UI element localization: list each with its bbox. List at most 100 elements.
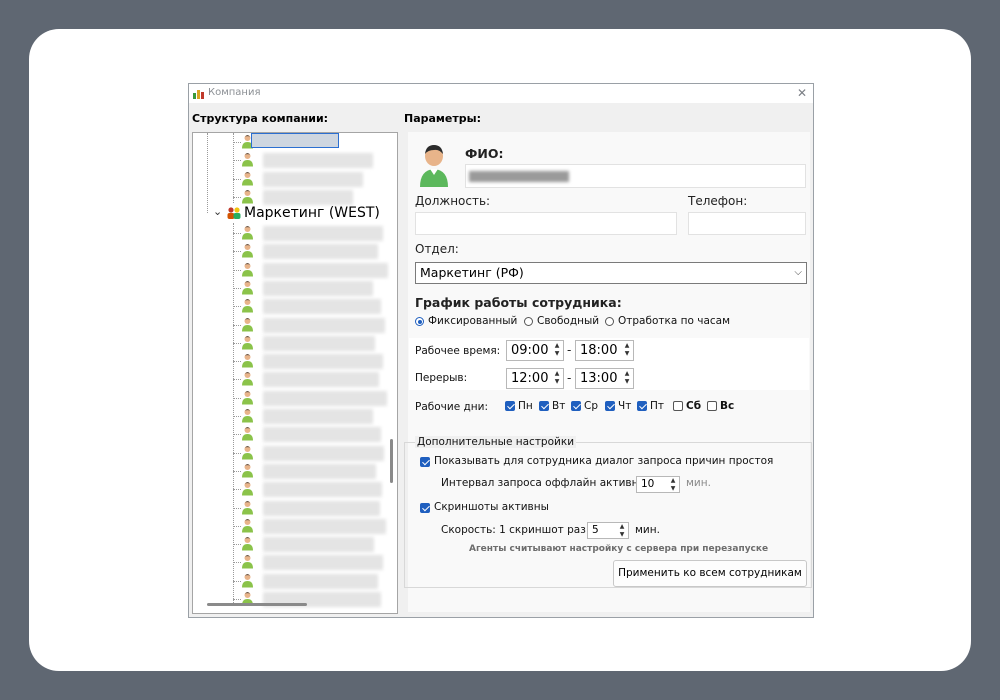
interval-value: 10 xyxy=(641,478,655,490)
tree-node-employee[interactable] xyxy=(233,352,397,370)
interval-spinner[interactable]: 10 ▲ ▼ xyxy=(636,476,680,493)
tree-connector xyxy=(233,397,241,399)
group-icon xyxy=(227,207,241,219)
tree-node-employee[interactable] xyxy=(233,480,397,498)
tree-connector xyxy=(233,251,241,253)
redacted-name xyxy=(263,189,353,205)
tree-node-employee[interactable] xyxy=(233,170,397,188)
tree-node-employee[interactable] xyxy=(233,517,397,535)
tree-node-employee[interactable] xyxy=(233,535,397,553)
schedule-radio-hours[interactable] xyxy=(605,317,614,326)
chevron-down-icon[interactable]: ⌄ xyxy=(213,205,222,218)
spin-arrows-icon[interactable]: ▲ ▼ xyxy=(618,523,626,539)
redacted-name xyxy=(263,226,383,241)
work-end-spinner[interactable]: 18:00 ▲ ▼ xyxy=(575,340,634,361)
tree-node-employee[interactable] xyxy=(233,444,397,462)
tree-connector xyxy=(233,379,241,381)
tree-node-employee[interactable] xyxy=(233,499,397,517)
tree-node-employee[interactable] xyxy=(233,407,397,425)
tree-vertical-scrollbar[interactable] xyxy=(390,439,393,483)
work-start-spinner[interactable]: 09:00 ▲ ▼ xyxy=(506,340,564,361)
department-select[interactable]: Маркетинг (РФ) ⌵ xyxy=(415,262,807,284)
tree-node-employee[interactable] xyxy=(233,242,397,260)
tree-node-employee[interactable] xyxy=(233,188,397,206)
day-checkbox-6[interactable] xyxy=(707,401,717,411)
tree-node-employee[interactable] xyxy=(233,316,397,334)
restart-hint: Агенты считывают настройку с сервера при… xyxy=(469,544,769,554)
tree-node-employee[interactable] xyxy=(233,151,397,169)
company-tree[interactable]: ⌄ Маркетинг (WEST) xyxy=(192,132,398,614)
work-days-label: Рабочие дни: xyxy=(415,401,488,413)
phone-field[interactable] xyxy=(688,212,806,235)
day-checkbox-5[interactable] xyxy=(673,401,683,411)
tree-node-employee[interactable] xyxy=(233,133,397,151)
day-checkbox-1[interactable] xyxy=(539,401,549,411)
position-field[interactable] xyxy=(415,212,677,235)
tree-node-employee[interactable] xyxy=(233,370,397,388)
user-icon xyxy=(242,390,253,405)
chevron-down-icon[interactable]: ⌵ xyxy=(794,263,802,282)
title-bar: Компания ✕ xyxy=(189,84,813,103)
work-end-value: 18:00 xyxy=(580,343,618,358)
user-icon xyxy=(242,299,253,313)
break-start-spinner[interactable]: 12:00 ▲ ▼ xyxy=(506,368,564,389)
schedule-option-hours: Отработка по часам xyxy=(618,315,731,327)
window-title: Компания xyxy=(208,87,261,98)
tree-node-employee[interactable] xyxy=(233,389,397,407)
tree-node-employee[interactable] xyxy=(233,279,397,297)
show-dialog-checkbox[interactable] xyxy=(420,457,430,467)
schedule-radio-fixed[interactable] xyxy=(415,317,424,326)
screenshots-checkbox[interactable] xyxy=(420,503,430,513)
break-dash: - xyxy=(567,371,572,385)
day-label-0: Пн xyxy=(518,400,533,412)
tree-connector xyxy=(233,269,241,271)
tree-connector xyxy=(233,580,241,582)
schedule-option-fixed: Фиксированный xyxy=(428,315,518,327)
speed-unit: мин. xyxy=(635,524,660,536)
fio-field[interactable] xyxy=(465,164,806,188)
spin-arrows-icon[interactable]: ▲ ▼ xyxy=(669,477,677,493)
redacted-name xyxy=(263,573,378,589)
spin-arrows-icon[interactable]: ▲ ▼ xyxy=(553,342,561,358)
speed-spinner[interactable]: 5 ▲ ▼ xyxy=(587,522,629,539)
tree-node-employee[interactable] xyxy=(233,425,397,443)
tree-node-employee[interactable] xyxy=(233,224,397,242)
tree-line xyxy=(207,133,208,213)
tree-node-employee[interactable] xyxy=(233,261,397,279)
tree-node-employee[interactable] xyxy=(233,462,397,480)
schedule-radio-free[interactable] xyxy=(524,317,533,326)
schedule-title: График работы сотрудника: xyxy=(415,295,622,310)
apply-all-button[interactable]: Применить ко всем сотрудникам xyxy=(613,560,807,587)
user-avatar-icon xyxy=(420,145,448,187)
close-icon[interactable]: ✕ xyxy=(794,85,810,101)
redacted-name xyxy=(263,463,376,479)
day-checkbox-0[interactable] xyxy=(505,401,515,411)
spin-arrows-icon[interactable]: ▲ ▼ xyxy=(553,370,561,386)
tree-connector xyxy=(233,342,241,344)
day-checkbox-4[interactable] xyxy=(637,401,647,411)
tree-node-employee[interactable] xyxy=(233,297,397,315)
tree-connector xyxy=(233,361,241,363)
redacted-name xyxy=(263,445,384,461)
spin-arrows-icon[interactable]: ▲ ▼ xyxy=(623,370,631,386)
redacted-name xyxy=(263,537,374,553)
break-end-spinner[interactable]: 13:00 ▲ ▼ xyxy=(575,368,634,389)
day-label-1: Вт xyxy=(552,400,566,412)
tree-connector xyxy=(233,142,241,143)
tree-connector xyxy=(233,507,241,509)
spin-arrows-icon[interactable]: ▲ ▼ xyxy=(623,342,631,358)
show-dialog-label: Показывать для сотрудника диалог запроса… xyxy=(434,455,774,467)
user-icon xyxy=(242,482,253,496)
interval-unit: мин. xyxy=(686,477,711,489)
user-icon xyxy=(242,518,253,533)
tree-node-employee[interactable] xyxy=(233,572,397,590)
day-checkbox-2[interactable] xyxy=(571,401,581,411)
redacted-name xyxy=(263,153,373,169)
user-icon xyxy=(242,573,253,588)
day-checkbox-3[interactable] xyxy=(605,401,615,411)
tree-horizontal-scrollbar[interactable] xyxy=(207,603,307,606)
tree-connector xyxy=(233,544,241,546)
tree-node-employee[interactable] xyxy=(233,553,397,571)
tree-node-employee[interactable] xyxy=(233,334,397,352)
tree-connector xyxy=(233,287,241,289)
